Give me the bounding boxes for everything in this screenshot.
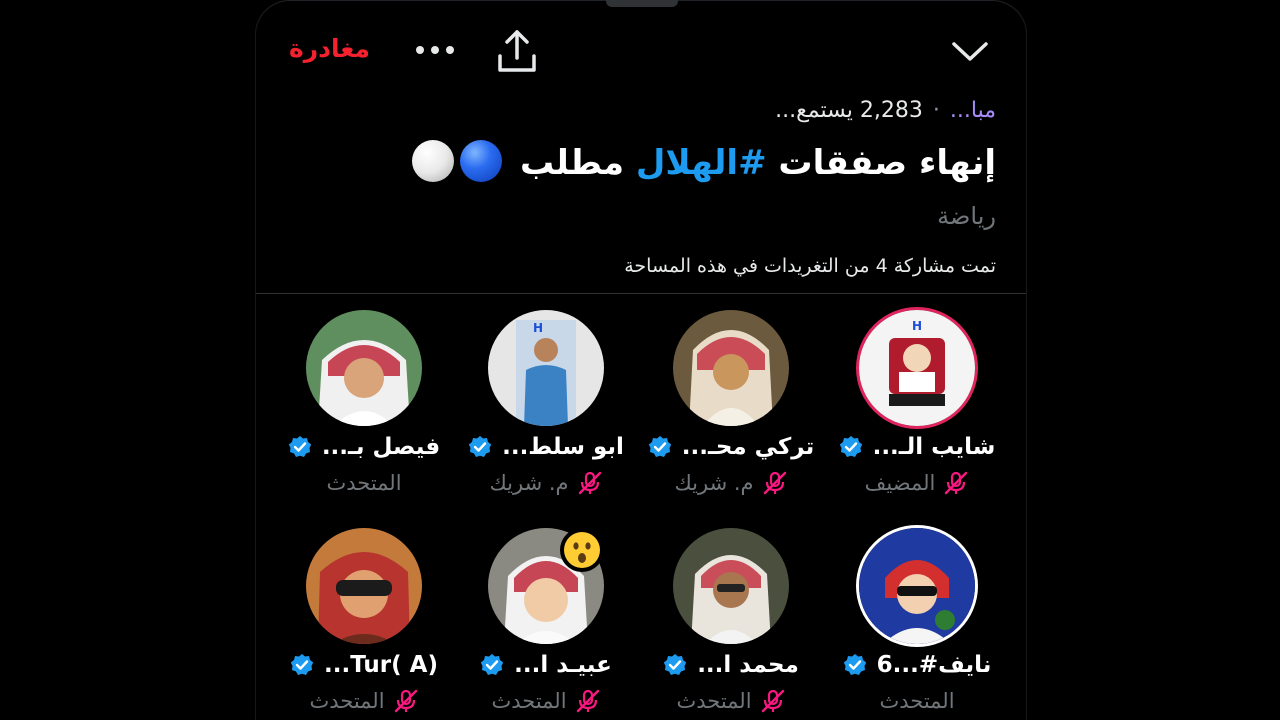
participant-role: المتحدث (309, 689, 385, 713)
avatar: H (488, 310, 604, 426)
participant-name: نايف#...6 (876, 652, 992, 678)
separator-dot: · (932, 98, 940, 123)
participant-name: محمد ا... (697, 652, 799, 678)
participant-role-row: المتحدث (271, 468, 457, 498)
participant-name-row: (A )Tur... (271, 648, 457, 682)
astonished-face-icon (560, 528, 604, 572)
participant-tile[interactable]: فيصل بـ... المتحدث (271, 310, 457, 500)
share-icon[interactable] (495, 28, 539, 74)
sheet-grabber[interactable] (606, 0, 678, 7)
participant-role: المضيف (864, 471, 936, 495)
title-hashtag[interactable]: #الهلال (636, 143, 767, 183)
participant-role-row: المضيف (824, 468, 1010, 498)
participant-name-row: محمد ا... (638, 648, 824, 682)
space-sheet: مغادرة مبا... · 2,283 يستمع... إنهاء صفقات… (255, 0, 1027, 720)
participant-tile[interactable]: H شايب الـ... المضيف (824, 310, 1010, 500)
participant-name-row: فيصل بـ... (271, 430, 457, 464)
shared-tweets-link[interactable]: تمت مشاركة 4 من التغريدات في هذه المساحة (624, 255, 996, 277)
mic-muted-icon (945, 471, 968, 495)
participant-name: فيصل بـ... (321, 434, 441, 460)
listener-count: 2,283 يستمع... (775, 98, 923, 123)
participant-role-row: المتحدث (453, 686, 639, 716)
mic-muted-icon (761, 689, 784, 713)
participant-role-row: المتحدث (271, 686, 457, 716)
verified-badge-icon (843, 654, 866, 675)
avatar (673, 528, 789, 644)
verified-badge-icon (288, 436, 312, 457)
verified-badge-icon (663, 654, 687, 675)
verified-badge-icon (480, 654, 504, 675)
leave-button[interactable]: مغادرة (289, 34, 370, 63)
space-meta: مبا... · 2,283 يستمع... (775, 98, 996, 123)
participant-name: عبيـد ا... (514, 652, 612, 678)
participant-role-row: المتحدث (638, 686, 824, 716)
participant-tile[interactable]: نايف#...6 المتحدث (824, 528, 1010, 718)
avatar (859, 528, 975, 644)
mic-muted-icon (394, 689, 417, 713)
participant-role: م. شريك (489, 471, 569, 495)
participant-role-row: م. شريك (638, 468, 824, 498)
mic-muted-icon (763, 471, 786, 495)
participant-name: شايب الـ... (872, 434, 996, 460)
white-circle-emoji (412, 140, 455, 182)
participant-name-row: ابو سلط... (453, 430, 639, 464)
title-text-end: مطلب (520, 143, 636, 183)
verified-badge-icon (648, 436, 671, 457)
space-title: إنهاء صفقات #الهلال مطلب (412, 140, 996, 183)
verified-badge-icon (290, 654, 314, 675)
svg-text:H: H (533, 321, 543, 335)
space-header: مغادرة (256, 26, 1026, 78)
avatar: H (859, 310, 975, 426)
participant-name: ابو سلط... (502, 434, 624, 460)
participant-role: م. شريك (674, 471, 754, 495)
more-icon[interactable] (414, 40, 456, 60)
participant-name: تركي محـ... (681, 434, 815, 460)
participant-name-row: عبيـد ا... (453, 648, 639, 682)
avatar (673, 310, 789, 426)
participant-tile[interactable]: H ابو سلط... م. شريك (453, 310, 639, 500)
blue-circle-emoji (460, 140, 503, 182)
participant-role-row: المتحدث (824, 686, 1010, 716)
chevron-down-icon[interactable] (950, 36, 990, 66)
participant-role: المتحدث (676, 689, 752, 713)
title-text-start: إنهاء صفقات (766, 143, 996, 183)
participant-tile[interactable]: (A )Tur... المتحدث (271, 528, 457, 718)
mic-muted-icon (578, 471, 601, 495)
participant-name: (A )Tur... (324, 652, 438, 678)
participant-role: المتحدث (491, 689, 567, 713)
live-status: مبا... (949, 98, 996, 123)
participant-name-row: تركي محـ... (638, 430, 824, 464)
participant-tile[interactable]: عبيـد ا... المتحدث (453, 528, 639, 718)
avatar (306, 310, 422, 426)
avatar (306, 528, 422, 644)
participant-tile[interactable]: محمد ا... المتحدث (638, 528, 824, 718)
space-category: رياضة (937, 202, 996, 230)
participant-role-row: م. شريك (453, 468, 639, 498)
participant-tile[interactable]: تركي محـ... م. شريك (638, 310, 824, 500)
participant-name-row: شايب الـ... (824, 430, 1010, 464)
verified-badge-icon (468, 436, 492, 457)
participant-role: المتحدث (879, 689, 955, 713)
mic-muted-icon (576, 689, 599, 713)
participant-name-row: نايف#...6 (824, 648, 1010, 682)
svg-text:H: H (912, 319, 922, 333)
participant-role: المتحدث (326, 471, 402, 495)
divider (256, 293, 1026, 294)
verified-badge-icon (839, 436, 862, 457)
